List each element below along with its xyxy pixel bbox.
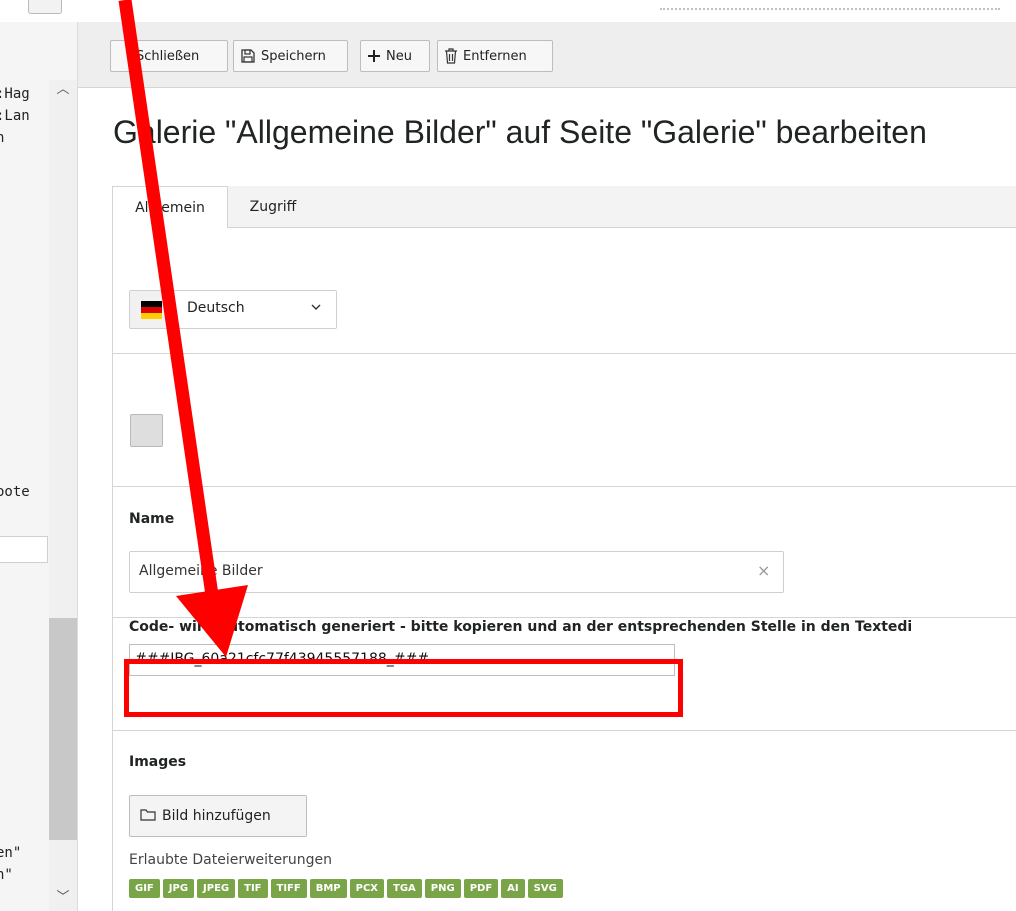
- top-strip: [0, 0, 1016, 22]
- extension-badge: GIF: [129, 879, 160, 898]
- name-value: Allgemeine Bilder: [139, 563, 263, 579]
- tree-item-text[interactable]: n: [0, 130, 4, 146]
- form-panel: Deutsch Name Allgemeine Bilder × Code- w…: [112, 228, 1016, 911]
- allowed-extensions-label: Erlaubte Dateierweiterungen: [129, 852, 333, 868]
- name-field[interactable]: Allgemeine Bilder ×: [129, 551, 784, 593]
- save-label: Speichern: [261, 48, 326, 64]
- toolbar: Schließen Speichern Neu Entfernen: [78, 22, 1016, 88]
- tree-filter-input[interactable]: [0, 536, 48, 563]
- close-button[interactable]: Schließen: [110, 40, 228, 72]
- plus-icon: [367, 49, 381, 63]
- remove-button[interactable]: Entfernen: [437, 40, 553, 72]
- scroll-up-icon[interactable]: ︿: [52, 82, 74, 98]
- code-label: Code- wird automatisch generiert - bitte…: [129, 619, 913, 635]
- hidden-toggle-checkbox[interactable]: [130, 414, 163, 447]
- new-button[interactable]: Neu: [360, 40, 430, 72]
- save-button[interactable]: Speichern: [233, 40, 348, 72]
- new-label: Neu: [386, 48, 412, 64]
- german-flag-icon: [141, 301, 162, 319]
- extension-badge: TGA: [387, 879, 422, 898]
- page-title: Galerie "Allgemeine Bilder" auf Seite "G…: [113, 114, 927, 150]
- divider: [113, 486, 1016, 487]
- add-image-button[interactable]: Bild hinzufügen: [129, 795, 307, 837]
- tab-bar: Allgemein Zugriff: [112, 186, 1016, 229]
- extension-badges: GIF JPG JPEG TIF TIFF BMP PCX TGA PNG PD…: [129, 879, 563, 898]
- tab-allgemein[interactable]: Allgemein: [112, 186, 228, 229]
- language-value: Deutsch: [187, 300, 245, 316]
- scroll-down-icon[interactable]: ﹀: [52, 890, 74, 906]
- clear-icon[interactable]: ×: [757, 561, 770, 580]
- extension-badge: TIFF: [270, 879, 307, 898]
- extension-badge: PNG: [424, 879, 461, 898]
- tree-item-text[interactable]: oote: [0, 484, 30, 500]
- page-tree-panel: :Hag :Lan n oote en" n" ︿ ﹀: [0, 22, 78, 911]
- remove-label: Entfernen: [463, 48, 527, 64]
- tab-label: Allgemein: [135, 199, 205, 216]
- tree-item-text[interactable]: n": [0, 867, 13, 883]
- images-label: Images: [129, 754, 187, 770]
- extension-badge: TIF: [238, 879, 268, 898]
- folder-icon: [140, 808, 156, 825]
- tab-label: Zugriff: [249, 199, 297, 215]
- language-select[interactable]: Deutsch: [129, 290, 337, 329]
- chevron-down-icon: [311, 301, 321, 315]
- divider: [113, 730, 1016, 731]
- tree-item-text[interactable]: :Hag: [0, 86, 30, 102]
- trash-icon: [444, 48, 458, 64]
- top-button-fragment[interactable]: [28, 0, 62, 14]
- scrollbar-thumb[interactable]: [49, 618, 77, 840]
- annotation-highlight-box: [124, 659, 683, 717]
- extension-badge: PCX: [349, 879, 385, 898]
- tree-item-text[interactable]: en": [0, 845, 21, 861]
- divider: [113, 353, 1016, 354]
- tab-zugriff[interactable]: Zugriff: [228, 186, 318, 228]
- extension-badge: JPG: [162, 879, 195, 898]
- extension-badge: BMP: [309, 879, 347, 898]
- cutoff-text: [660, 4, 1000, 10]
- divider: [113, 617, 1016, 618]
- tree-item-text[interactable]: :Lan: [0, 108, 30, 124]
- extension-badge: JPEG: [197, 879, 236, 898]
- add-image-label: Bild hinzufügen: [162, 808, 271, 824]
- extension-badge: SVG: [527, 879, 563, 898]
- name-label: Name: [129, 511, 175, 527]
- extension-badge: PDF: [463, 879, 499, 898]
- extension-badge: AI: [501, 879, 525, 898]
- flag-box: [130, 291, 174, 328]
- save-icon: [240, 48, 256, 64]
- close-label: Schließen: [136, 48, 200, 64]
